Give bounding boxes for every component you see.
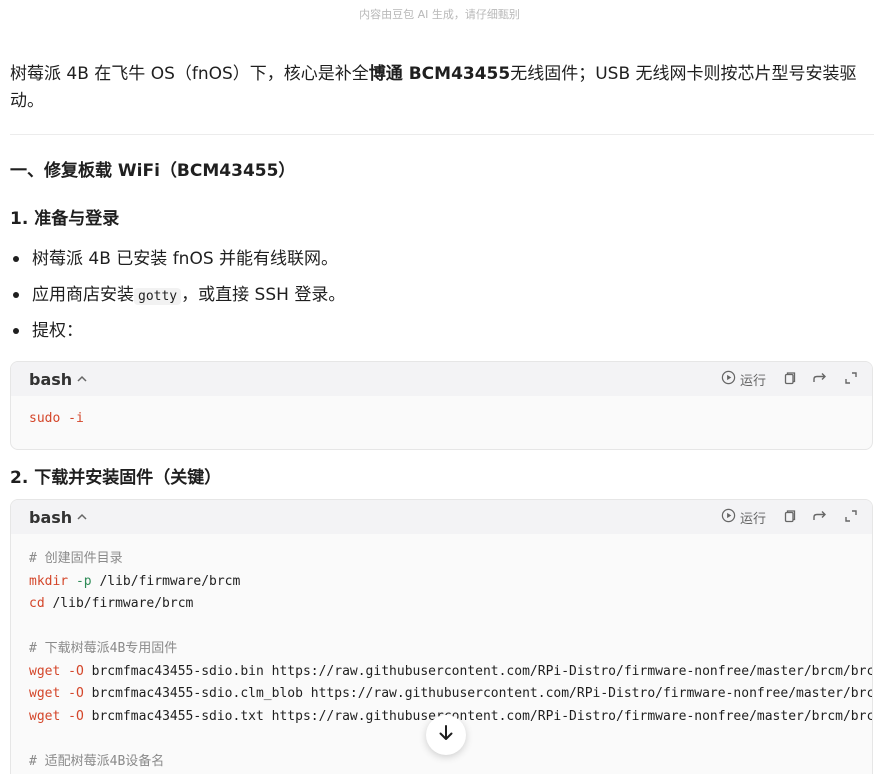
list-item: 树莓派 4B 已安装 fnOS 并能有线联网。	[10, 241, 345, 277]
code-comment: # 下载树莓派4B专用固件	[29, 641, 178, 656]
run-label: 运行	[739, 374, 766, 389]
expand-icon	[844, 371, 858, 389]
code-comment: # 创建固件目录	[29, 551, 123, 566]
list-item: 应用商店安装 gotty ，或直接 SSH 登录。	[10, 277, 345, 313]
code-arg: brcmfmac43455-sdio.clm_blob https://raw.…	[91, 686, 872, 701]
run-label: 运行	[739, 512, 766, 527]
intro-paragraph: 树莓派 4B 在飞牛 OS（fnOS）下，核心是补全博通 BCM43455无线固…	[10, 61, 866, 115]
list-item-text: 提权：	[32, 321, 83, 341]
chevron-up-icon	[76, 370, 88, 389]
share-button[interactable]	[812, 371, 828, 389]
code-language-label: bash	[29, 508, 73, 527]
code-header: bash 运行	[11, 362, 872, 396]
copy-button[interactable]	[782, 509, 796, 527]
code-comment: # 适配树莓派4B设备名	[29, 753, 165, 769]
code-arg: brcmfmac43455-sdio.txt https://raw.githu…	[91, 708, 872, 724]
code-language-label: bash	[29, 370, 73, 389]
run-button[interactable]: 运行	[721, 508, 766, 527]
play-circle-icon	[721, 370, 736, 389]
code-arg: /lib/firmware/brcm	[44, 596, 194, 611]
intro-bold: 博通 BCM43455	[368, 64, 511, 84]
copy-icon	[782, 509, 796, 527]
intro-text: 树莓派 4B 在飞牛 OS（fnOS）下，核心是补全	[10, 64, 369, 84]
code-flag: -O	[68, 663, 84, 679]
expand-button[interactable]	[844, 509, 858, 527]
code-flag: -p	[75, 573, 92, 589]
scroll-to-bottom-button[interactable]	[426, 715, 466, 755]
list-item: 提权：	[10, 313, 345, 349]
code-flag: -i	[68, 411, 84, 426]
code-command: mkdir	[29, 573, 69, 589]
code-language-toggle[interactable]: bash	[29, 370, 88, 389]
arrow-down-icon	[437, 724, 455, 746]
section-heading: 一、修复板载 WiFi（BCM43455）	[10, 161, 296, 181]
code-arg: brcmfmac43455-sdio.bin https://raw.githu…	[91, 663, 872, 679]
share-button[interactable]	[812, 509, 828, 527]
code-actions: 运行	[721, 508, 858, 527]
play-circle-icon	[721, 508, 736, 527]
copy-button[interactable]	[782, 371, 796, 389]
code-command: sudo	[29, 411, 61, 426]
code-arg: /lib/firmware/brcm	[91, 573, 241, 589]
code-block: bash 运行 sudo -i	[10, 361, 873, 450]
step1-heading: 1. 准备与登录	[10, 209, 120, 229]
code-flag: -O	[68, 708, 84, 724]
inline-code: gotty	[134, 288, 182, 305]
forward-icon	[812, 371, 828, 389]
ai-disclaimer: 内容由豆包 AI 生成，请仔细甄别	[359, 8, 520, 21]
step2-heading: 2. 下载并安装固件（关键）	[10, 468, 222, 488]
code-command: wget	[29, 663, 61, 679]
step1-list: 树莓派 4B 已安装 fnOS 并能有线联网。 应用商店安装 gotty ，或直接 …	[10, 241, 345, 349]
list-item-text: 树莓派 4B 已安装 fnOS 并能有线联网。	[32, 249, 339, 269]
code-command: cd	[29, 596, 45, 611]
expand-icon	[844, 509, 858, 527]
run-button[interactable]: 运行	[721, 370, 766, 389]
code-command: wget	[29, 708, 61, 724]
code-command: wget	[29, 686, 61, 701]
copy-icon	[782, 371, 796, 389]
forward-icon	[812, 509, 828, 527]
chevron-up-icon	[76, 508, 88, 527]
code-language-toggle[interactable]: bash	[29, 508, 88, 527]
code-content[interactable]: sudo -i	[11, 396, 872, 431]
expand-button[interactable]	[844, 371, 858, 389]
list-item-text: 应用商店安装	[32, 285, 134, 305]
divider	[10, 134, 874, 135]
code-flag: -O	[68, 686, 84, 701]
code-actions: 运行	[721, 370, 858, 389]
list-item-text: ，或直接 SSH 登录。	[181, 285, 346, 305]
code-header: bash 运行	[11, 500, 872, 534]
